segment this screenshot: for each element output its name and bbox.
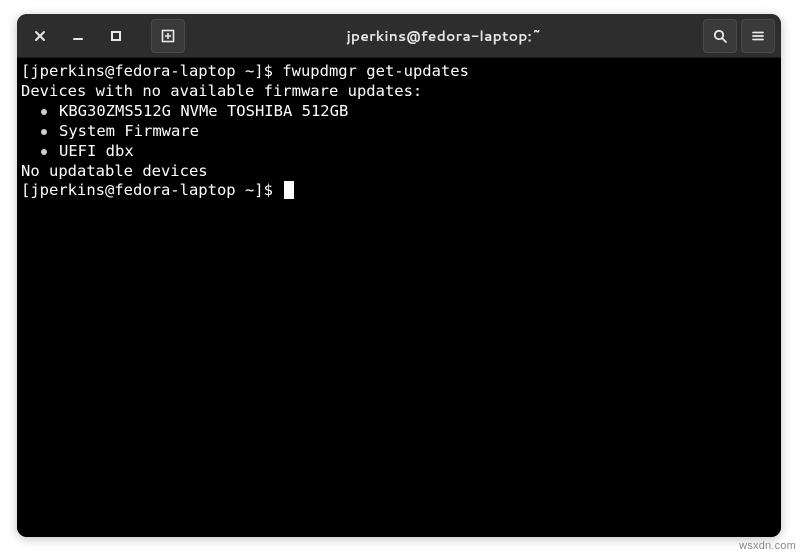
command-text: fwupdmgr get-updates	[282, 62, 469, 80]
menu-button[interactable]	[741, 19, 775, 53]
minimize-button[interactable]	[61, 19, 95, 53]
cursor-icon	[284, 181, 294, 199]
output-footer: No updatable devices	[21, 162, 777, 182]
output-list-item: System Firmware	[21, 122, 777, 142]
prompt: [jperkins@fedora-laptop ~]$	[21, 181, 282, 199]
close-button[interactable]	[23, 19, 57, 53]
output-header: Devices with no available firmware updat…	[21, 82, 777, 102]
bullet-icon	[41, 109, 47, 115]
bullet-icon	[41, 149, 47, 155]
output-list-item: KBG30ZMS512G NVMe TOSHIBA 512GB	[21, 102, 777, 122]
prompt: [jperkins@fedora-laptop ~]$	[21, 62, 282, 80]
output-list-item: UEFI dbx	[21, 142, 777, 162]
search-button[interactable]	[703, 19, 737, 53]
terminal-body[interactable]: [jperkins@fedora-laptop ~]$ fwupdmgr get…	[17, 58, 781, 537]
terminal-window: jperkins@fedora-laptop:~ [jperkins@fedor…	[17, 14, 781, 537]
new-tab-button[interactable]	[151, 19, 185, 53]
watermark: wsxdn.com	[739, 540, 796, 552]
window-title: jperkins@fedora-laptop:~	[189, 26, 699, 46]
titlebar: jperkins@fedora-laptop:~	[17, 14, 781, 58]
bullet-icon	[41, 129, 47, 135]
maximize-button[interactable]	[99, 19, 133, 53]
